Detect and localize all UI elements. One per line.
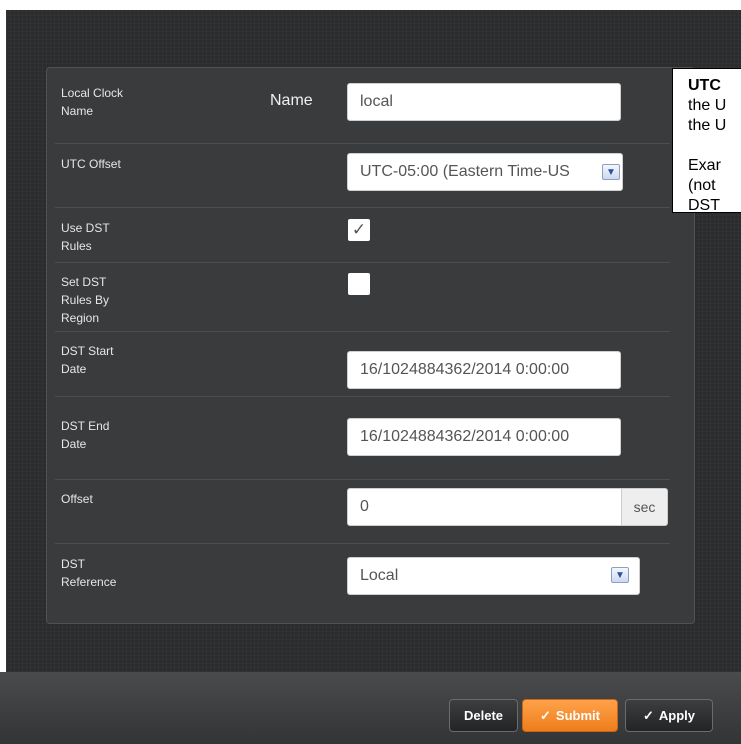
use-dst-rules-label: Use DST Rules xyxy=(61,221,110,253)
tooltip-title: UTC xyxy=(688,77,721,94)
dst-start-date-label: DST Start Date xyxy=(61,344,114,376)
row-divider xyxy=(55,262,670,263)
offset-unit-addon: sec xyxy=(621,488,668,526)
offset-input[interactable]: 0 xyxy=(347,488,622,526)
dst-reference-select[interactable]: Local xyxy=(347,557,640,595)
dst-start-date-input[interactable]: 16/1024884362/2014 0:00:00 xyxy=(347,351,621,389)
row-divider xyxy=(55,207,670,208)
dst-end-date-input[interactable]: 16/1024884362/2014 0:00:00 xyxy=(347,418,621,456)
apply-button-label: Apply xyxy=(658,708,696,723)
check-icon: ✓ xyxy=(540,707,551,723)
row-divider xyxy=(55,479,670,480)
tooltip-line: the U xyxy=(688,117,727,134)
dst-reference-label: DST Reference xyxy=(61,557,117,589)
tooltip-line: the U xyxy=(688,97,727,114)
row-divider xyxy=(55,331,670,332)
tooltip-line: Exar xyxy=(688,157,721,174)
row-divider xyxy=(55,543,670,544)
name-label: Name xyxy=(270,92,313,109)
help-tooltip: UTC the U the U Exar (not DST xyxy=(672,68,741,213)
name-input[interactable]: local xyxy=(347,83,621,121)
submit-button[interactable]: ✓ Submit xyxy=(522,699,618,732)
delete-button-label: Delete xyxy=(463,708,504,723)
apply-button[interactable]: ✓ Apply xyxy=(625,699,713,732)
dst-reference-value: Local xyxy=(360,567,399,584)
offset-label: Offset xyxy=(61,492,93,506)
row-divider xyxy=(55,143,670,144)
check-icon: ✓ xyxy=(642,707,654,723)
local-clock-form xyxy=(46,67,695,624)
utc-offset-select[interactable]: UTC-05:00 (Eastern Time-US xyxy=(347,153,623,191)
delete-button[interactable]: Delete xyxy=(449,699,518,732)
dst-end-date-label: DST End Date xyxy=(61,419,110,451)
set-dst-rules-by-region-label: Set DST Rules By Region xyxy=(61,275,110,325)
tooltip-line: (not xyxy=(688,177,716,194)
utc-offset-label: UTC Offset xyxy=(61,157,121,171)
tooltip-line: DST xyxy=(688,197,720,213)
utc-offset-value: UTC-05:00 (Eastern Time-US xyxy=(360,163,570,180)
use-dst-rules-checkbox[interactable]: ✓ xyxy=(348,219,370,241)
chevron-down-icon[interactable]: ▼ xyxy=(611,567,629,583)
submit-button-label: Submit xyxy=(555,708,600,723)
row-divider xyxy=(55,396,670,397)
chevron-down-icon[interactable]: ▼ xyxy=(602,164,620,180)
top-bar xyxy=(0,0,741,10)
local-clock-name-label: Local Clock Name xyxy=(61,86,124,118)
set-dst-rules-by-region-checkbox[interactable] xyxy=(348,273,370,295)
check-icon: ✓ xyxy=(351,220,367,239)
